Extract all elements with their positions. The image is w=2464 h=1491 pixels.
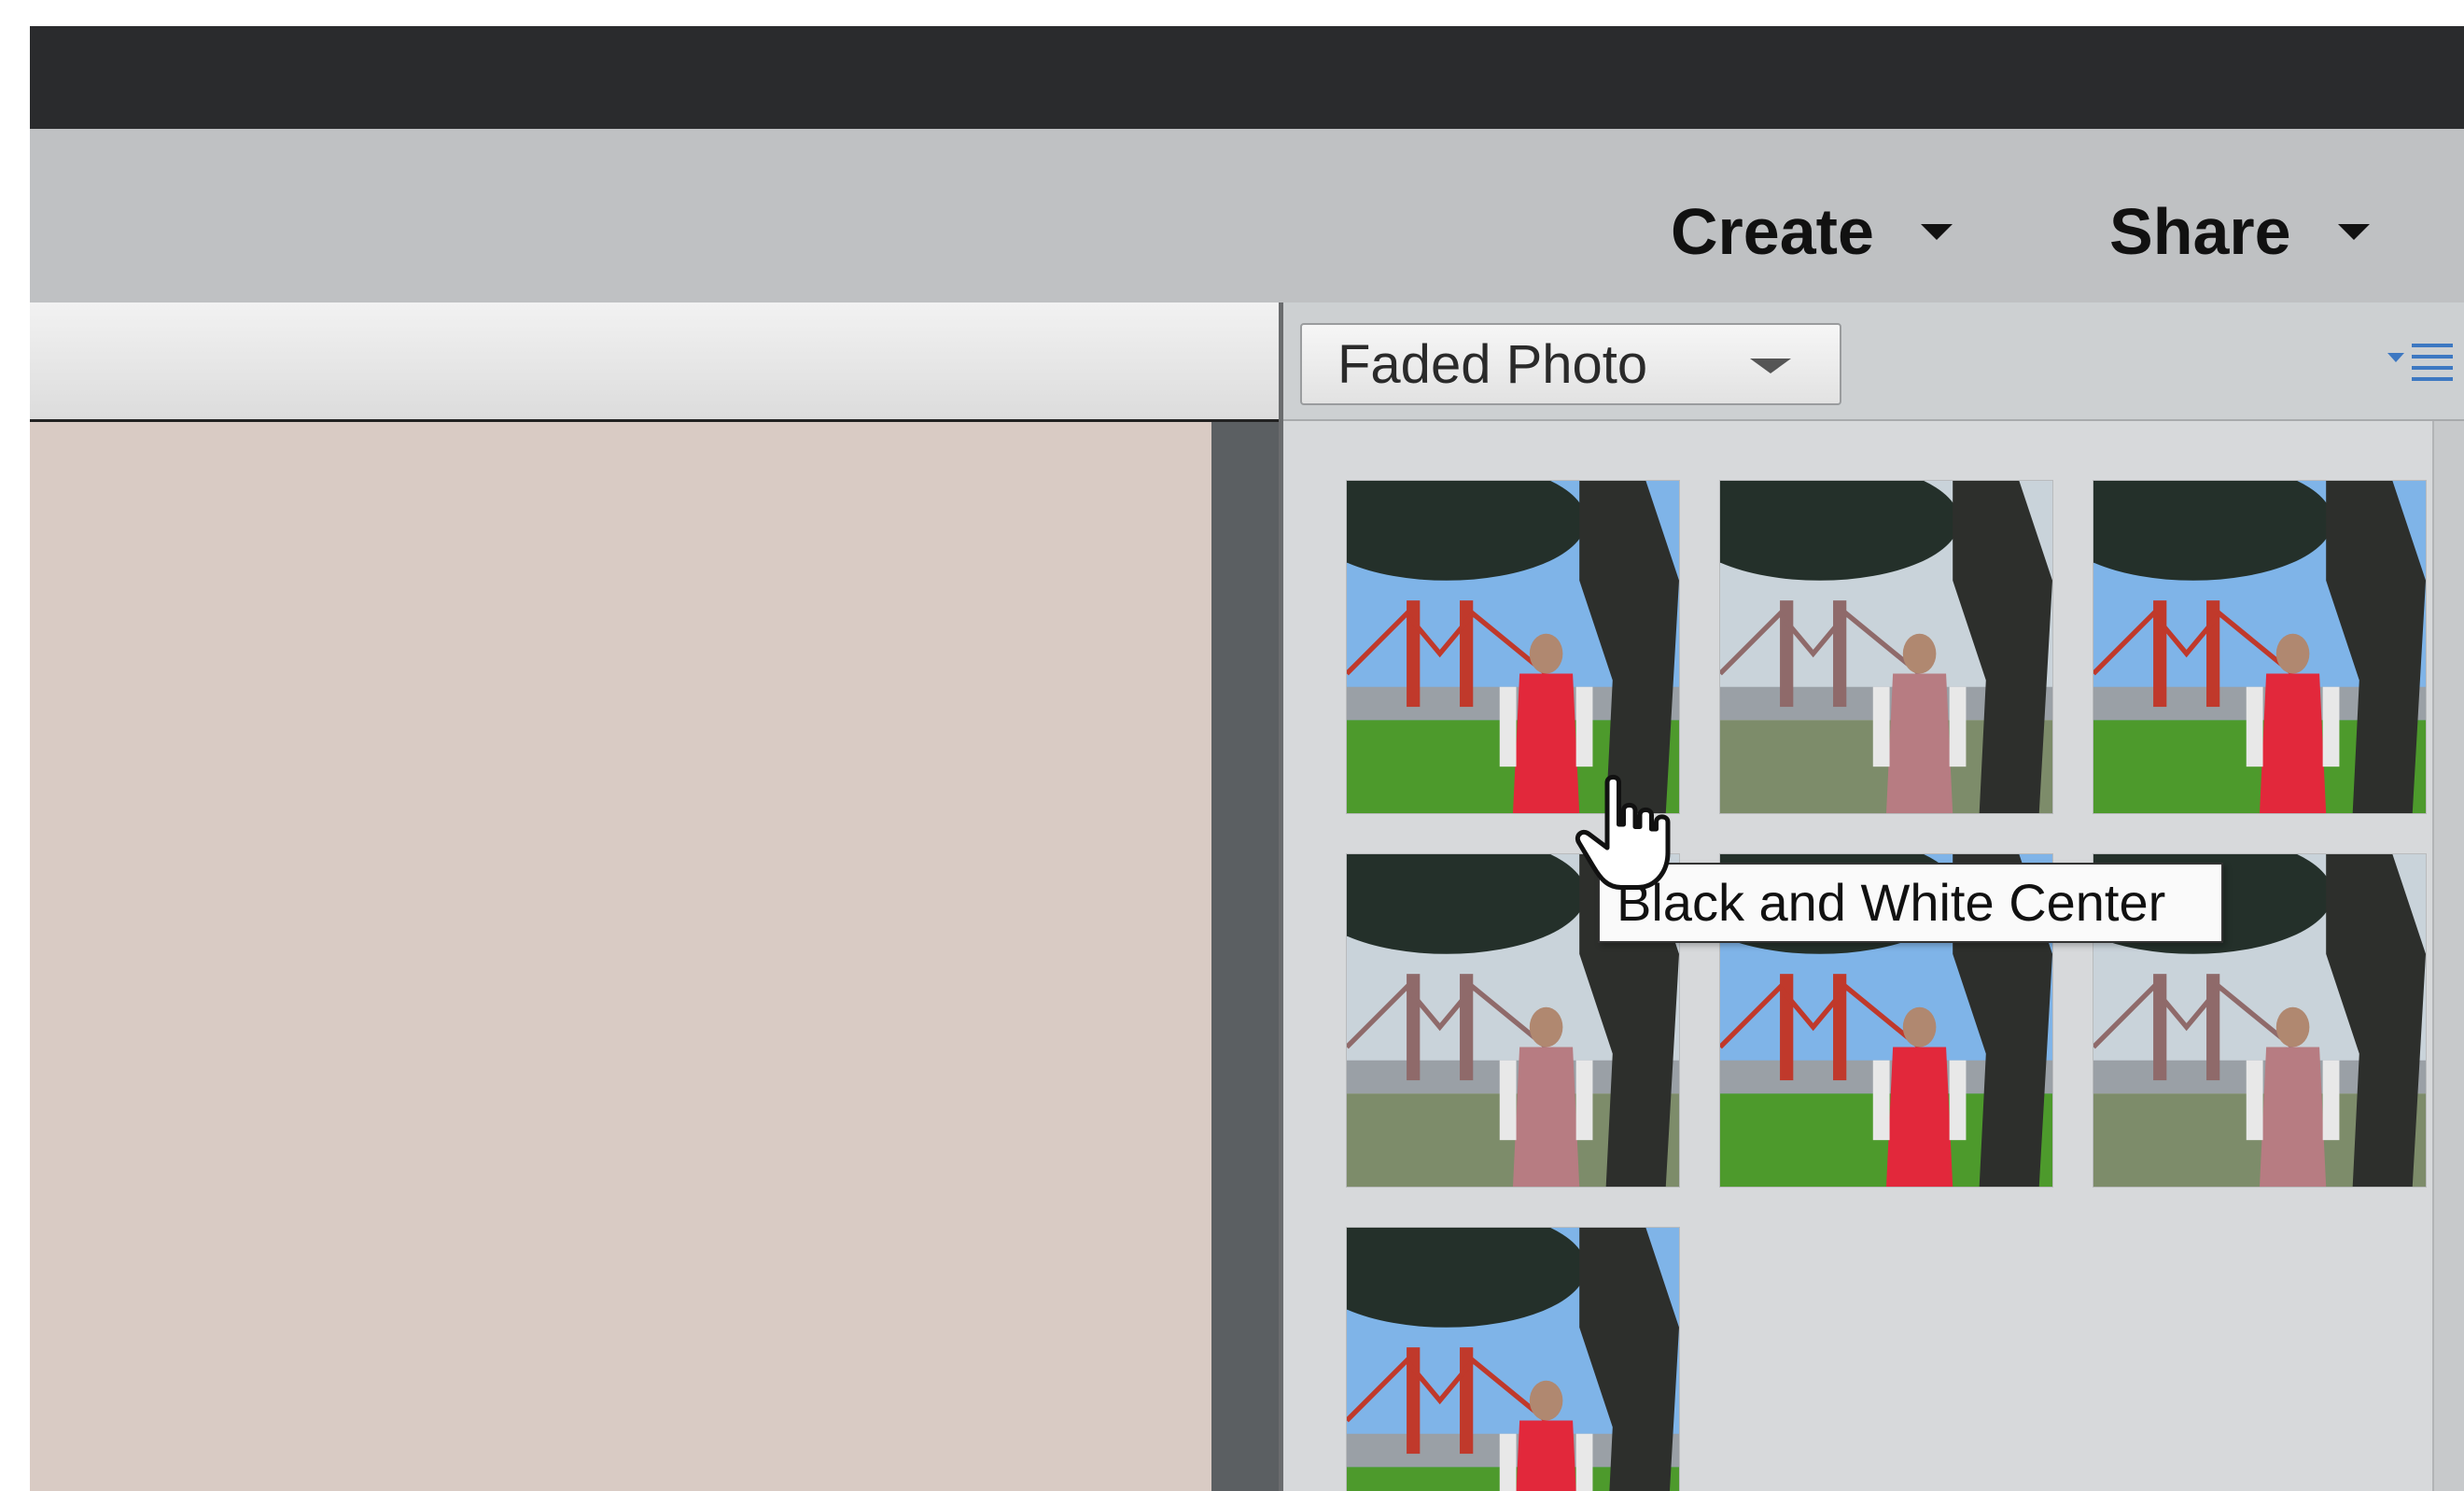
chevron-down-icon xyxy=(1920,223,1953,240)
panel-options-menu-icon[interactable] xyxy=(2387,340,2464,387)
create-menu-label: Create xyxy=(1671,195,1874,268)
effect-tooltip: Black and White Center xyxy=(1598,863,2224,943)
canvas-header xyxy=(30,302,1279,422)
effect-thumbnail[interactable] xyxy=(1720,481,2052,813)
effect-thumbnail[interactable] xyxy=(2093,481,2426,813)
canvas-scroll-gutter xyxy=(1211,422,1279,1491)
effect-thumbnail[interactable] xyxy=(1347,481,1679,813)
image-canvas[interactable] xyxy=(30,422,1211,1491)
effect-category-dropdown[interactable]: Faded Photo xyxy=(1300,323,1841,405)
action-bar: Create Share xyxy=(30,129,2464,329)
hand-pointer-cursor-icon xyxy=(1575,774,1671,890)
effect-category-label: Faded Photo xyxy=(1337,334,1648,395)
share-menu-button[interactable]: Share xyxy=(2109,194,2370,269)
share-menu-label: Share xyxy=(2109,195,2291,268)
app-window: Create Share Faded Photo Black and White… xyxy=(30,26,2464,1491)
effect-thumbnail[interactable] xyxy=(1347,1228,1679,1491)
chevron-down-icon xyxy=(2337,223,2370,240)
title-bar xyxy=(30,26,2464,129)
effects-panel-header: Faded Photo xyxy=(1283,302,2464,421)
panel-scrollbar[interactable] xyxy=(2432,421,2464,1491)
dropdown-arrow-icon xyxy=(1750,359,1791,373)
create-menu-button[interactable]: Create xyxy=(1671,194,1953,269)
